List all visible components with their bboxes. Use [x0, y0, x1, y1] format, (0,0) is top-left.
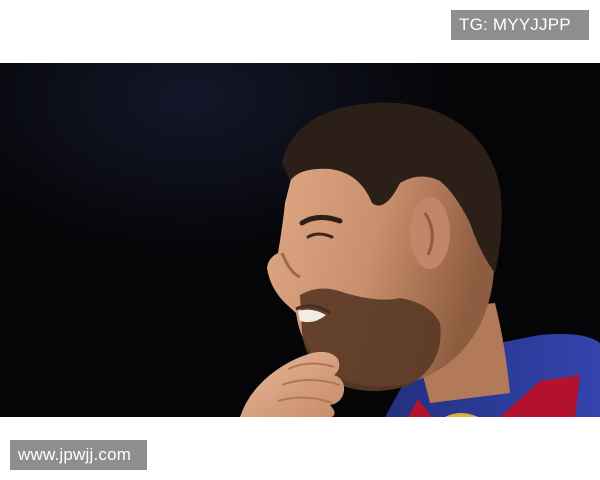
watermark-top: TG: MYYJJPP [451, 10, 589, 40]
player-photo [0, 63, 600, 417]
watermark-bottom: www.jpwjj.com [10, 440, 147, 470]
player-illustration [0, 63, 600, 417]
page: TG: MYYJJPP www.jpwjj.com [0, 0, 600, 480]
